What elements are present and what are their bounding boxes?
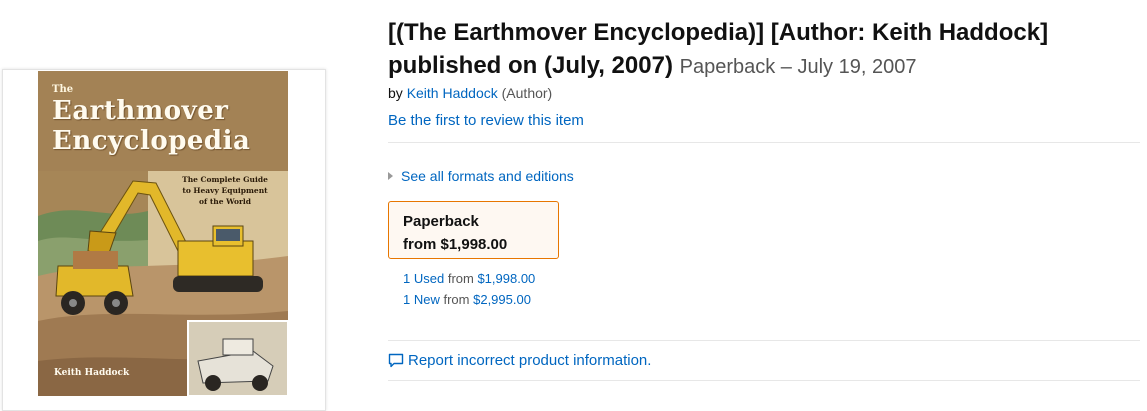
divider bbox=[388, 340, 1140, 341]
format-option-price: from $1,998.00 bbox=[403, 236, 508, 253]
product-title: [(The Earthmover Encyclopedia)] [Author:… bbox=[388, 16, 1138, 84]
offer-count[interactable]: 1 Used bbox=[403, 271, 444, 286]
speech-bubble-icon bbox=[388, 353, 404, 368]
triangle-right-icon bbox=[388, 172, 393, 180]
cover-subtitle: The Complete Guide to Heavy Equipment of… bbox=[182, 175, 268, 206]
cover-author: Keith Haddock bbox=[54, 368, 130, 378]
offer-used[interactable]: 1 Used from $1,998.00 bbox=[403, 271, 535, 286]
author-role: (Author) bbox=[501, 85, 553, 101]
see-all-formats-label: See all formats and editions bbox=[401, 168, 574, 184]
product-format-date: Paperback – July 19, 2007 bbox=[679, 56, 917, 78]
see-all-formats-link[interactable]: See all formats and editions bbox=[388, 168, 574, 184]
divider bbox=[388, 380, 1140, 381]
byline: by Keith Haddock (Author) bbox=[388, 85, 552, 101]
report-label: Report incorrect product information. bbox=[408, 352, 652, 369]
cover-title-prefix: The bbox=[52, 84, 74, 95]
book-cover-image[interactable]: The Earthmover Encyclopedia The Complete… bbox=[38, 71, 288, 396]
byline-prefix: by bbox=[388, 85, 403, 101]
format-option-paperback[interactable]: Paperback from $1,998.00 bbox=[388, 201, 559, 259]
offer-new[interactable]: 1 New from $2,995.00 bbox=[403, 292, 531, 307]
divider bbox=[388, 142, 1140, 143]
report-incorrect-info-link[interactable]: Report incorrect product information. bbox=[388, 352, 651, 369]
author-link[interactable]: Keith Haddock bbox=[407, 85, 498, 101]
offer-price[interactable]: $1,998.00 bbox=[477, 271, 535, 286]
offer-from: from bbox=[443, 292, 470, 307]
offer-from: from bbox=[447, 271, 474, 286]
first-review-link[interactable]: Be the first to review this item bbox=[388, 112, 584, 129]
offer-count[interactable]: 1 New bbox=[403, 292, 440, 307]
offer-price[interactable]: $2,995.00 bbox=[473, 292, 531, 307]
format-option-label: Paperback bbox=[403, 213, 479, 230]
cover-title: Earthmover Encyclopedia bbox=[52, 96, 251, 156]
